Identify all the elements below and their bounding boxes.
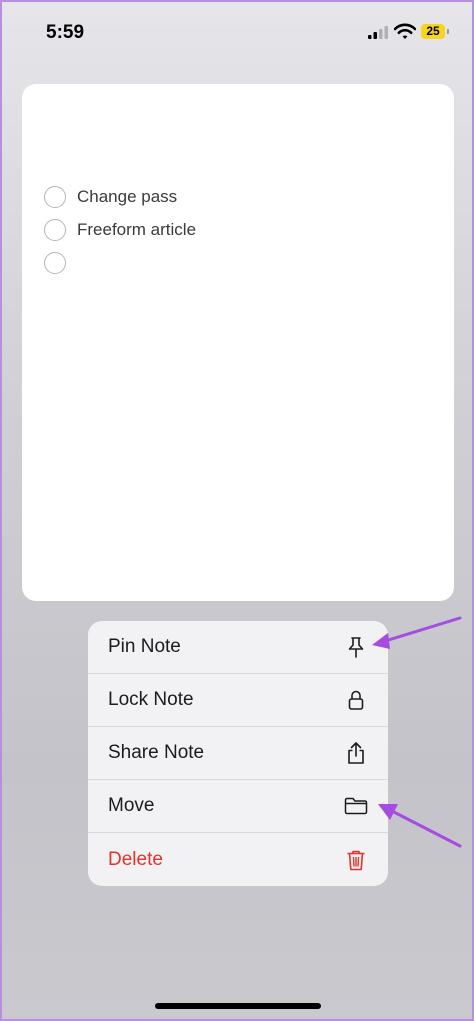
checklist-item-text: Freeform article	[77, 220, 197, 239]
menu-item-label: Lock Note	[108, 689, 194, 710]
wifi-icon	[394, 23, 416, 39]
menu-item-label: Share Note	[108, 742, 205, 763]
battery-level: 25	[421, 24, 445, 39]
status-time: 5:59	[46, 22, 85, 43]
checklist-item[interactable]: Freeform article	[44, 217, 196, 243]
checklist-item[interactable]	[44, 250, 77, 276]
checklist-item[interactable]: Change pass	[44, 184, 177, 210]
lock-note-menu-item[interactable]: Lock Note	[88, 674, 388, 727]
pin-note-menu-item[interactable]: Pin Note	[88, 621, 388, 674]
cellular-signal-icon	[368, 26, 388, 39]
pin-icon	[344, 635, 368, 659]
share-icon	[344, 741, 368, 765]
battery-icon: 25	[421, 24, 451, 39]
menu-item-label: Pin Note	[108, 636, 181, 657]
lock-icon	[344, 688, 368, 712]
checkbox-circle-icon[interactable]	[44, 252, 66, 274]
annotation-arrow-icon	[378, 804, 462, 848]
checklist-item-text: Change pass	[77, 187, 178, 206]
context-menu: Pin Note Lock Note Share Note Move Delet…	[88, 621, 388, 886]
home-indicator[interactable]	[155, 1003, 321, 1009]
checkbox-circle-icon[interactable]	[44, 219, 66, 241]
menu-item-label: Delete	[108, 848, 163, 870]
status-bar: 5:59 25	[2, 2, 472, 62]
delete-menu-item[interactable]: Delete	[88, 833, 388, 886]
share-note-menu-item[interactable]: Share Note	[88, 727, 388, 780]
menu-item-label: Move	[108, 795, 155, 816]
move-menu-item[interactable]: Move	[88, 780, 388, 833]
trash-icon	[344, 848, 368, 872]
folder-icon	[344, 794, 368, 818]
annotation-arrow-icon	[372, 616, 462, 649]
checkbox-circle-icon[interactable]	[44, 186, 66, 208]
screen: 5:59 25 Change pass Freeform article Pin…	[0, 0, 474, 1021]
note-preview-card[interactable]: Change pass Freeform article	[22, 84, 454, 601]
